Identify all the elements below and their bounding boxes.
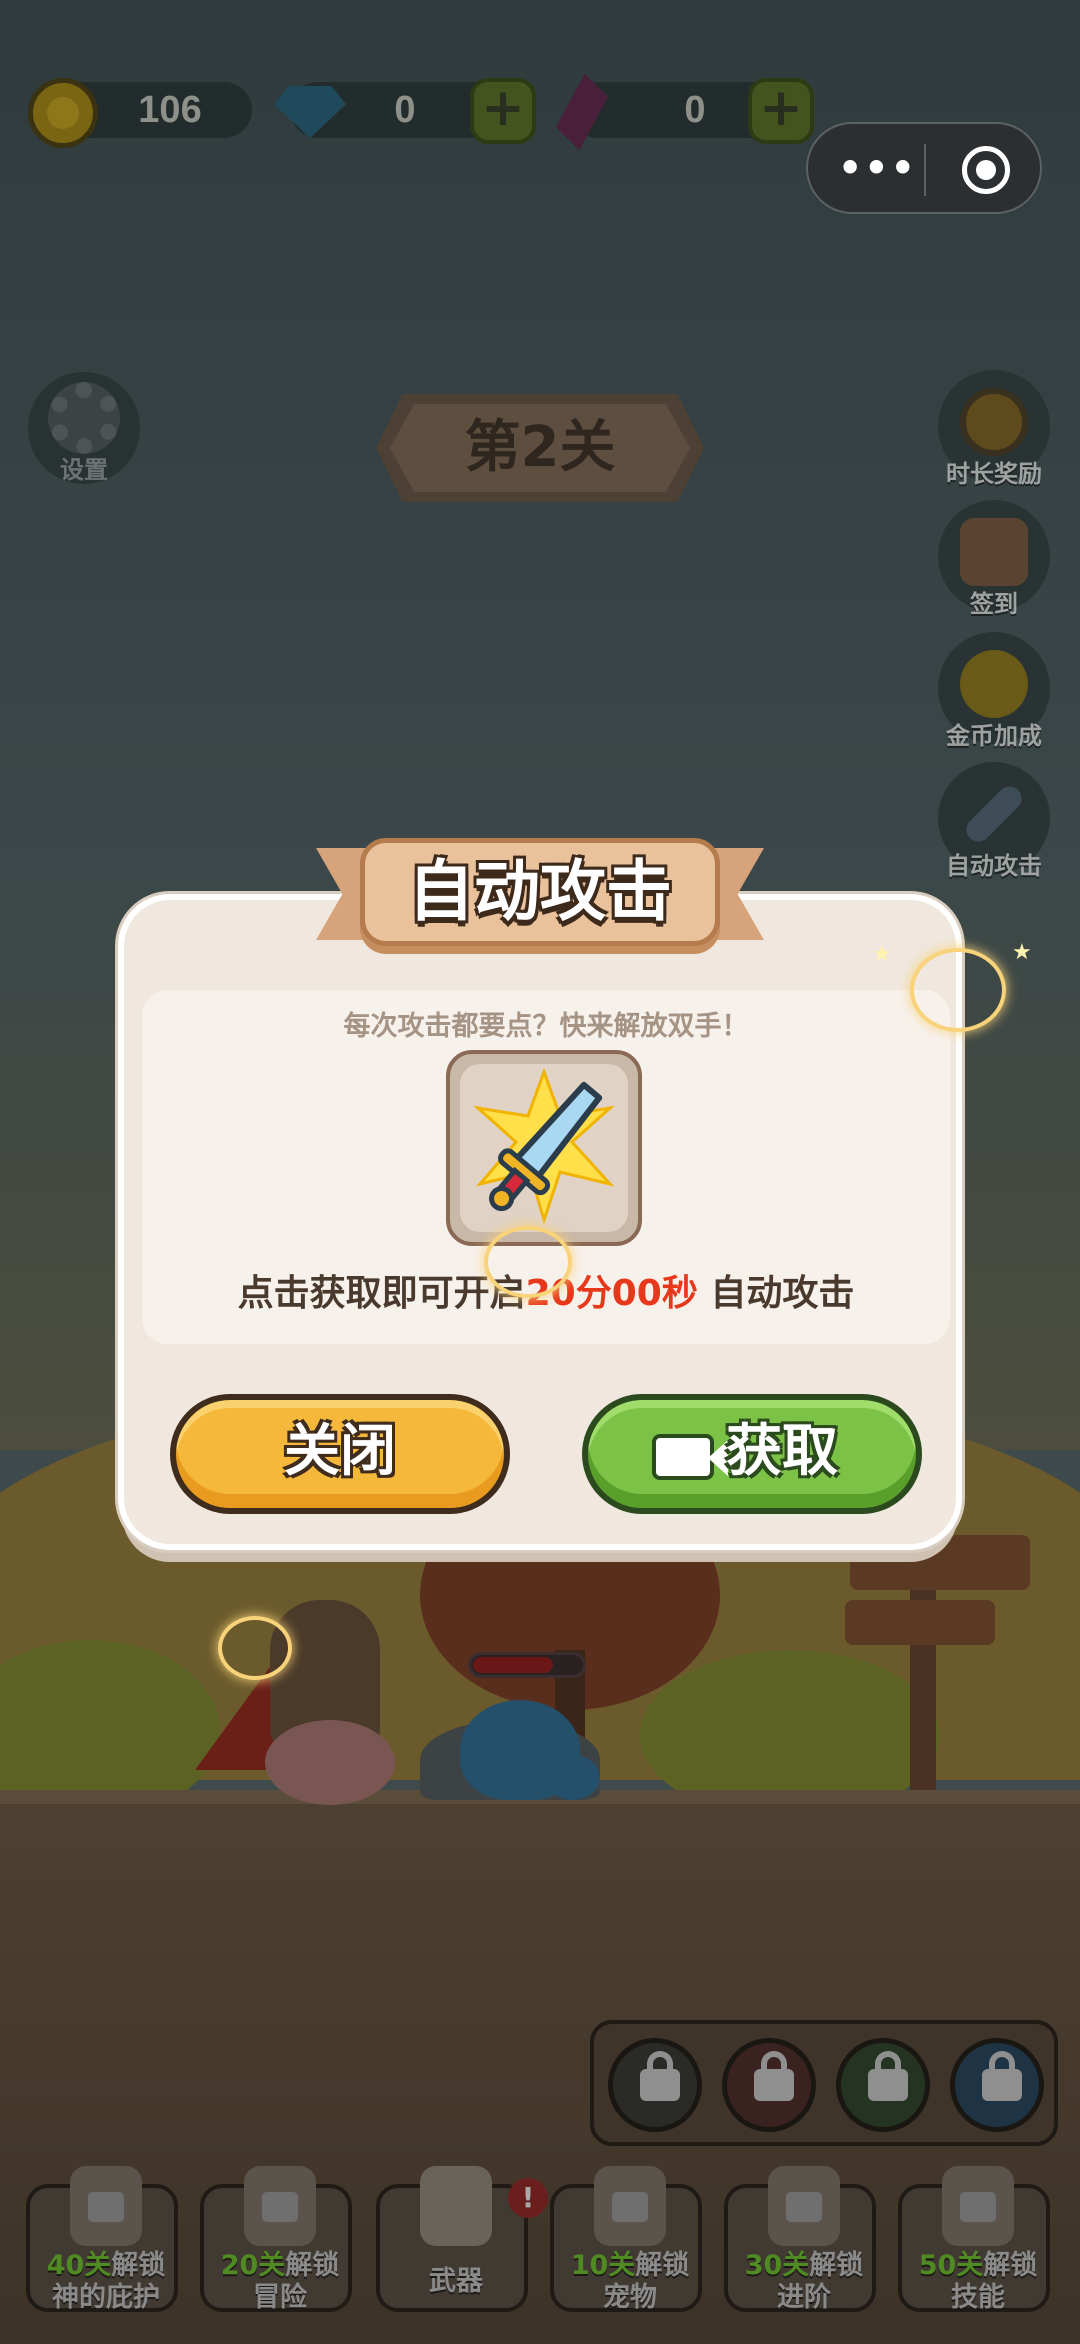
enemy-hp-bar — [468, 1652, 586, 1678]
close-button[interactable]: 关闭 — [170, 1394, 510, 1514]
dialog-subtitle: 每次攻击都要点？快来解放双手！ — [343, 1011, 749, 1042]
checkin-button[interactable]: 签到 — [934, 500, 1054, 620]
enemy-hp-fill — [473, 1657, 553, 1673]
lock-icon — [982, 2051, 1022, 2101]
sparkle-effect — [218, 1616, 292, 1680]
auto-attack-label: 自动攻击 — [946, 852, 1042, 880]
lock-icon — [754, 2051, 794, 2101]
star-sparkle-icon: ★ — [1012, 940, 1032, 965]
nav-adventure[interactable]: 20关解锁 冒险 — [200, 2166, 352, 2313]
dialog-title: 自动攻击 — [408, 853, 672, 930]
skill-slot-locked[interactable] — [950, 2038, 1044, 2132]
checkin-label: 签到 — [970, 590, 1018, 618]
more-options-icon[interactable]: ••• — [838, 148, 915, 192]
lock-icon — [612, 2192, 648, 2222]
get-button[interactable]: 获取 — [582, 1394, 922, 1514]
time-reward-button[interactable]: 时长奖励 — [934, 370, 1054, 490]
settings-button[interactable]: 设置 — [28, 372, 140, 484]
gem-value: 0 — [394, 89, 416, 131]
get-button-label: 获取 — [726, 1419, 838, 1484]
dialog-title-plate: 自动攻击 — [360, 838, 720, 946]
lock-icon — [960, 2192, 996, 2222]
nav-label: 50关解锁 技能 — [918, 2250, 1038, 2313]
gold-bonus-button[interactable]: 金币加成 — [934, 632, 1054, 752]
nav-label: 武器 — [429, 2266, 483, 2297]
lock-icon — [262, 2192, 298, 2222]
gold-bonus-label: 金币加成 — [946, 722, 1042, 750]
axe-icon — [420, 2166, 492, 2246]
stopwatch-icon — [960, 388, 1028, 456]
pig-mount — [265, 1720, 395, 1805]
capsule-divider — [924, 144, 926, 196]
sparkle-effect — [910, 948, 1006, 1032]
nav-pet[interactable]: 10关解锁 宠物 — [550, 2166, 702, 2313]
nav-divine-protection[interactable]: 40关解锁 神的庇护 — [26, 2166, 178, 2313]
auto-attack-button[interactable]: 自动攻击 — [934, 762, 1054, 882]
signboard — [845, 1600, 995, 1645]
nav-skills[interactable]: 50关解锁 技能 — [898, 2166, 1050, 2313]
skill-slot-locked[interactable] — [608, 2038, 702, 2132]
sparkle-effect — [484, 1226, 572, 1298]
clipboard-check-icon — [960, 518, 1028, 586]
gold-coins-icon — [960, 650, 1028, 718]
auto-attack-dialog: 每次攻击都要点？快来解放双手！ 点击获取即可开启20分00秒 自动攻击 关闭 获… — [118, 894, 962, 1550]
settings-label: 设置 — [60, 456, 108, 484]
level-title: 第2关 — [464, 415, 616, 480]
alert-badge: ! — [508, 2178, 548, 2218]
lock-icon — [868, 2051, 908, 2101]
add-crystals-button[interactable]: + — [748, 78, 814, 144]
nav-label: 10关解锁 宠物 — [570, 2250, 690, 2313]
miniprogram-capsule: ••• — [806, 122, 1042, 214]
skill-slot-locked[interactable] — [836, 2038, 930, 2132]
skill-slot-locked[interactable] — [722, 2038, 816, 2132]
coin-icon — [28, 78, 98, 148]
nav-label: 40关解锁 神的庇护 — [46, 2250, 166, 2313]
close-button-label: 关闭 — [284, 1419, 396, 1484]
nav-advance[interactable]: 30关解锁 进阶 — [724, 2166, 876, 2313]
exit-miniprogram-icon[interactable] — [962, 146, 1010, 194]
add-gems-button[interactable]: + — [470, 78, 536, 144]
gear-icon — [48, 382, 120, 454]
nav-label: 30关解锁 进阶 — [744, 2250, 864, 2313]
lock-icon — [786, 2192, 822, 2222]
item-frame — [446, 1050, 642, 1246]
lock-icon — [88, 2192, 124, 2222]
sword-icon — [473, 1067, 615, 1226]
nav-weapon[interactable]: 武器 ! — [376, 2166, 548, 2312]
lock-icon — [640, 2051, 680, 2101]
slime-blob — [545, 1755, 600, 1800]
nav-label: 20关解锁 冒险 — [220, 2250, 340, 2313]
star-sparkle-icon: ★ — [872, 942, 892, 967]
crystal-value: 0 — [684, 89, 706, 131]
skill-slots-panel — [590, 2020, 1058, 2146]
coin-value: 106 — [138, 89, 202, 131]
time-reward-label: 时长奖励 — [946, 460, 1042, 488]
level-badge: 第2关 — [376, 394, 704, 502]
